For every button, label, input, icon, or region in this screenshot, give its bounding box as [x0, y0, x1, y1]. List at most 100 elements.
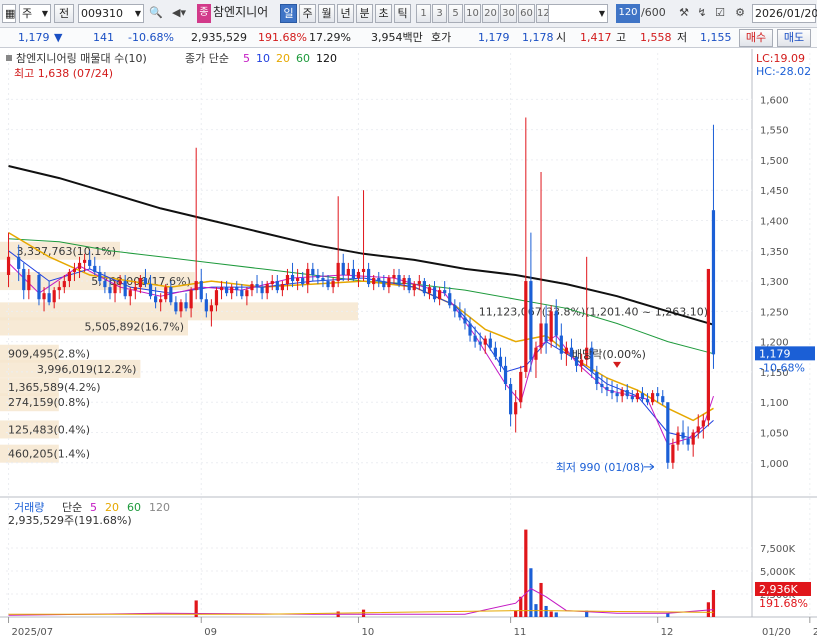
- volume-tag-label: 2,936K: [759, 583, 798, 596]
- candle-body: [458, 311, 462, 318]
- candle-body: [204, 299, 208, 312]
- candle-body: [595, 371, 599, 385]
- candle-body: [245, 290, 249, 297]
- tab-5[interactable]: 초: [375, 4, 392, 23]
- low-label: 저: [677, 31, 688, 44]
- tab-0[interactable]: 일: [280, 4, 297, 23]
- candle-body: [640, 393, 645, 400]
- volume-current: 2,935,529주(191.68%): [8, 514, 132, 527]
- candle-body: [483, 338, 487, 345]
- volume-bar: [524, 529, 528, 617]
- candle-body: [47, 293, 51, 303]
- candle-body: [174, 302, 178, 312]
- interval-button-10[interactable]: 10: [464, 4, 481, 23]
- current-price: 1,179: [18, 31, 50, 44]
- period-select[interactable]: 주 ▼: [19, 4, 51, 23]
- candle-body: [514, 402, 518, 415]
- grid-icon[interactable]: ▦: [2, 4, 16, 23]
- candle-body: [519, 371, 523, 403]
- candle-body: [199, 281, 203, 300]
- candle-body: [473, 335, 477, 342]
- count-input[interactable]: 120: [616, 4, 640, 23]
- ma-period-120: 120: [316, 52, 337, 65]
- candle-body: [372, 278, 376, 285]
- candle-body: [367, 268, 371, 285]
- candle-body: [214, 290, 219, 306]
- legend-title: 참엔지니어링 매물대 수(10): [16, 52, 147, 65]
- candle-body: [691, 432, 695, 445]
- candle-body: [539, 323, 543, 348]
- candle-body: [341, 262, 345, 275]
- pct-tag: -10.68%: [759, 361, 805, 374]
- volume-profile-label: 1,365,589(4.2%): [8, 381, 101, 394]
- candle-body: [509, 384, 513, 415]
- speaker-icon[interactable]: ◀▾: [166, 4, 192, 23]
- candle-body: [169, 287, 173, 303]
- interval-button-1[interactable]: 1: [416, 4, 431, 23]
- tab-1[interactable]: 주: [299, 4, 316, 23]
- candle-body: [270, 281, 274, 285]
- code-input[interactable]: 009310 ▼: [78, 4, 144, 23]
- volume-pct-tag: 191.68%: [759, 597, 808, 610]
- prev-button[interactable]: 전: [54, 4, 74, 23]
- candle-body: [311, 268, 315, 275]
- indicator-icon[interactable]: ↯: [694, 4, 710, 23]
- price-tag-label: 1,179: [759, 347, 791, 360]
- candle-body: [331, 281, 335, 288]
- x-tick-label: 10: [361, 627, 374, 638]
- ask-price: 1,179: [478, 31, 510, 44]
- interval-button-20[interactable]: 20: [482, 4, 499, 23]
- candle-body: [301, 278, 305, 285]
- candle-body: [711, 210, 716, 355]
- tools-icon[interactable]: ⚒: [676, 4, 692, 23]
- chevron-down-icon: ▼: [41, 9, 48, 18]
- tab-6[interactable]: 틱: [394, 4, 411, 23]
- code-value: 009310: [81, 7, 123, 20]
- candle-body: [443, 290, 447, 294]
- candle-body: [676, 432, 680, 445]
- candle-body: [240, 290, 244, 297]
- candle-body: [290, 275, 295, 282]
- y-tick-label: 1,600: [760, 95, 789, 106]
- candle-body: [605, 387, 609, 391]
- tab-3[interactable]: 년: [337, 4, 354, 23]
- candle-body: [72, 268, 77, 272]
- period-select-value: 주: [22, 7, 33, 20]
- checkbox-icon[interactable]: ☑: [712, 4, 728, 23]
- interval-button-60[interactable]: 60: [518, 4, 535, 23]
- tab-2[interactable]: 월: [318, 4, 335, 23]
- main-toolbar: ▦ 주 ▼ 전 009310 ▼ 🔍 ◀▾ 종 참엔지니어 일주월년분초틱 1351…: [0, 0, 817, 28]
- date-field[interactable]: 2026/01/20: [752, 4, 817, 23]
- volume-ma-period-5: 5: [90, 501, 97, 514]
- interval-button-30[interactable]: 30: [500, 4, 517, 23]
- candle-body: [154, 296, 158, 303]
- search-icon[interactable]: 🔍: [148, 4, 164, 23]
- buy-button[interactable]: 매수: [739, 29, 773, 47]
- volume-bar: [666, 613, 670, 617]
- candle-body: [564, 347, 568, 354]
- candle-body: [351, 268, 355, 279]
- candle-body: [316, 275, 320, 279]
- y-tick-label: 1,100: [760, 398, 789, 409]
- tab-4[interactable]: 분: [356, 4, 373, 23]
- candle-body: [620, 390, 624, 397]
- candle-body: [88, 259, 92, 266]
- y-tick-label: 1,300: [760, 277, 789, 288]
- sell-button[interactable]: 매도: [777, 29, 811, 47]
- candle-body: [478, 341, 482, 345]
- interval-dropdown[interactable]: ▼: [548, 4, 608, 23]
- y-tick-label: 1,500: [760, 156, 789, 167]
- candle-body: [498, 356, 503, 366]
- settings-icon[interactable]: ⚙: [732, 4, 748, 23]
- open-label: 시: [556, 31, 567, 44]
- candle-body: [67, 271, 71, 282]
- candle-body: [77, 262, 82, 269]
- low-price: 1,155: [700, 31, 732, 44]
- candle-body: [306, 268, 310, 285]
- candle-body: [651, 393, 655, 403]
- candle-body: [554, 311, 558, 336]
- interval-button-3[interactable]: 3: [432, 4, 447, 23]
- interval-button-5[interactable]: 5: [448, 4, 463, 23]
- candle-body: [57, 287, 61, 291]
- price-chart[interactable]: 1,600 1,550 1,500 1,450 1,400 1,350 1,300 1,250…: [0, 49, 817, 639]
